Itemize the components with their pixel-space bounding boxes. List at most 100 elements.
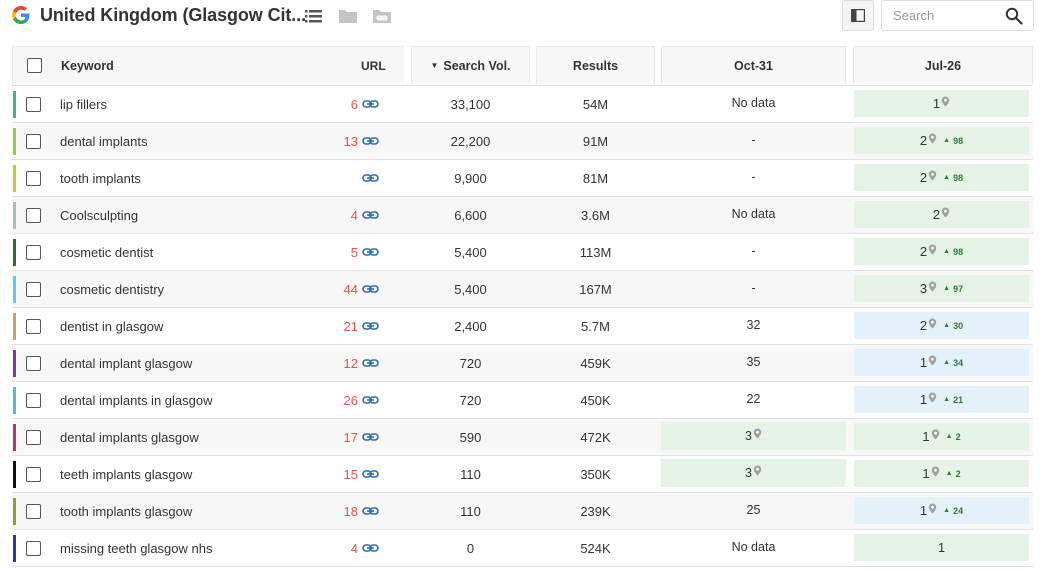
date-jul-cell: 1 ▲ 2: [854, 423, 1029, 450]
header-search-volume[interactable]: ▼ Search Vol.: [411, 46, 530, 84]
table-row[interactable]: Coolsculpting 4 6,600 3.6M No data 2: [12, 197, 1033, 234]
keyword-cell[interactable]: missing teeth glasgow nhs: [60, 541, 212, 556]
link-icon[interactable]: [362, 320, 379, 332]
results-cell: 113M: [579, 245, 612, 260]
date-oct-cell: No data: [661, 200, 846, 228]
header-date-oct[interactable]: Oct-31: [661, 46, 846, 84]
keyword-color-tag: [13, 461, 16, 488]
url-rank: 5: [350, 245, 358, 260]
header-results[interactable]: Results: [536, 46, 655, 84]
results-cell: 459K: [580, 356, 611, 371]
table-row[interactable]: dental implants in glasgow 26 720 450K 22 1 ▲ 2…: [12, 382, 1033, 419]
keyword-cell[interactable]: lip fillers: [60, 97, 107, 112]
keyword-cell[interactable]: cosmetic dentistry: [60, 282, 164, 297]
row-checkbox[interactable]: [26, 319, 41, 334]
row-checkbox[interactable]: [26, 245, 41, 260]
rank-change-value: 2: [955, 468, 961, 479]
date-oct-cell: -: [661, 274, 846, 302]
google-icon: [12, 6, 30, 24]
header-keyword[interactable]: Keyword: [61, 59, 114, 73]
rank-change-value: 34: [953, 357, 964, 368]
columns-icon: [851, 9, 865, 22]
url-rank: 17: [343, 430, 358, 445]
link-icon[interactable]: [362, 283, 379, 295]
row-checkbox[interactable]: [26, 430, 41, 445]
table-row[interactable]: tooth implants glasgow 18 110 239K 25 1 ▲ 24: [12, 493, 1033, 530]
table-row[interactable]: tooth implants 9,900 81M - 2 ▲ 98: [12, 160, 1033, 197]
header-date-jul[interactable]: Jul-26: [853, 46, 1033, 84]
link-icon[interactable]: [362, 357, 379, 369]
row-checkbox[interactable]: [26, 356, 41, 371]
row-checkbox[interactable]: [26, 208, 41, 223]
header-keyword-url: Keyword URL: [12, 46, 404, 84]
link-icon[interactable]: [362, 394, 379, 406]
table-row[interactable]: dental implants glasgow 17 590 472K 3 1 ▲ 2: [12, 419, 1033, 456]
url-rank: 6: [350, 97, 358, 112]
link-icon[interactable]: [362, 542, 379, 554]
table-row[interactable]: dental implant glasgow 12 720 459K 35 1 ▲ 34: [12, 345, 1033, 382]
row-checkbox[interactable]: [26, 282, 41, 297]
search-input[interactable]: [883, 2, 998, 29]
map-pin-icon: [928, 132, 937, 144]
keyword-cell[interactable]: cosmetic dentist: [60, 245, 153, 260]
header-url[interactable]: URL: [361, 59, 386, 73]
keyword-color-tag: [13, 313, 16, 340]
url-rank: 12: [343, 356, 358, 371]
keyword-cell[interactable]: dentist in glasgow: [60, 319, 163, 334]
arrow-up-icon: ▲: [943, 285, 951, 292]
table-row[interactable]: dentist in glasgow 21 2,400 5.7M 32 2 ▲ 30: [12, 308, 1033, 345]
rank-change: ▲ 24: [943, 506, 963, 516]
link-icon[interactable]: [362, 172, 379, 184]
table-row[interactable]: missing teeth glasgow nhs 4 0 524K No data 1: [12, 530, 1033, 567]
keyword-cell[interactable]: teeth implants glasgow: [60, 467, 192, 482]
link-icon[interactable]: [362, 431, 379, 443]
folder-link-icon[interactable]: [372, 7, 392, 25]
link-icon[interactable]: [362, 135, 379, 147]
url-rank: 4: [350, 541, 358, 556]
row-checkbox[interactable]: [26, 171, 41, 186]
link-icon[interactable]: [362, 246, 379, 258]
table-row[interactable]: cosmetic dentist 5 5,400 113M - 2 ▲ 98: [12, 234, 1033, 271]
link-icon[interactable]: [362, 468, 379, 480]
link-icon[interactable]: [362, 98, 379, 110]
table-row[interactable]: cosmetic dentistry 44 5,400 167M - 3 ▲ 97: [12, 271, 1033, 308]
results-cell: 167M: [579, 282, 612, 297]
table-row[interactable]: dental implants 13 22,200 91M - 2 ▲ 98: [12, 123, 1033, 160]
keyword-cell[interactable]: tooth implants: [60, 171, 141, 186]
row-checkbox[interactable]: [26, 541, 41, 556]
keyword-cell[interactable]: tooth implants glasgow: [60, 504, 192, 519]
row-checkbox[interactable]: [26, 97, 41, 112]
link-icon[interactable]: [362, 209, 379, 221]
folder-icon[interactable]: [338, 7, 358, 25]
link-icon[interactable]: [362, 505, 379, 517]
rank-change: ▲ 30: [943, 321, 963, 331]
keyword-cell[interactable]: dental implants glasgow: [60, 430, 199, 445]
date-jul-cell: 1 ▲ 34: [854, 349, 1029, 376]
search-volume-cell: 110: [460, 467, 481, 482]
row-checkbox[interactable]: [26, 393, 41, 408]
date-jul-cell: 1 ▲ 2: [854, 460, 1029, 487]
date-oct-value: 3: [745, 466, 752, 480]
row-checkbox[interactable]: [26, 134, 41, 149]
keyword-cell[interactable]: dental implant glasgow: [60, 356, 192, 371]
rank-change: ▲ 98: [943, 247, 963, 257]
map-pin-icon: [753, 428, 762, 439]
date-oct-value: 35: [746, 355, 761, 369]
keyword-cell[interactable]: dental implants in glasgow: [60, 393, 212, 408]
row-checkbox[interactable]: [26, 504, 41, 519]
keyword-cell[interactable]: dental implants: [60, 134, 147, 149]
select-all-checkbox[interactable]: [27, 58, 42, 73]
keyword-cell[interactable]: Coolsculpting: [60, 208, 138, 223]
keyword-color-tag: [13, 498, 16, 525]
rank-change: ▲ 98: [943, 136, 963, 146]
list-icon[interactable]: [304, 7, 324, 25]
table-row[interactable]: teeth implants glasgow 15 110 350K 3 1 ▲ 2: [12, 456, 1033, 493]
columns-button[interactable]: [842, 0, 874, 31]
date-oct-cell: -: [661, 163, 846, 191]
search-icon[interactable]: [1005, 7, 1023, 25]
date-jul-rank: 1: [922, 466, 930, 481]
table-row[interactable]: lip fillers 6 33,100 54M No data 1: [12, 86, 1033, 123]
map-pin-icon: [931, 428, 940, 440]
row-checkbox[interactable]: [26, 467, 41, 482]
keyword-color-tag: [13, 350, 16, 377]
